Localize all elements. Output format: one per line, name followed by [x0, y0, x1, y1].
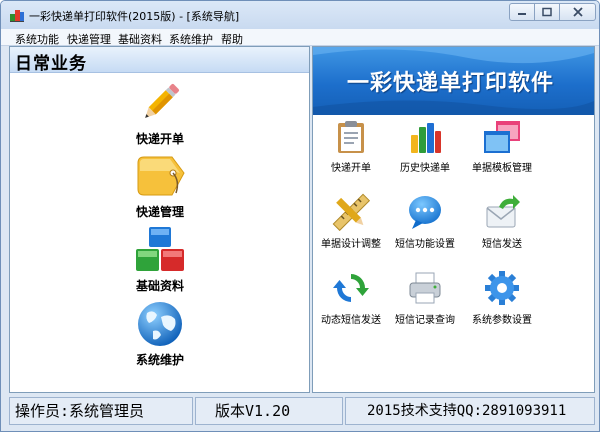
func-label-template-management: 单据模板管理	[472, 163, 532, 174]
nav-item-base-data[interactable]: 基础资料	[125, 225, 195, 294]
globe-icon	[138, 302, 182, 346]
close-button[interactable]	[559, 3, 596, 21]
nav-label-system-maintenance: 系统维护	[135, 353, 184, 367]
menu-express-management[interactable]: 快递管理	[67, 31, 111, 47]
gear-icon	[485, 271, 519, 305]
nav-item-system-maintenance[interactable]: 系统维护	[125, 299, 195, 368]
nav-label-express-management: 快递管理	[135, 205, 184, 219]
close-icon	[572, 7, 583, 17]
nav-label-express-order: 快递开单	[135, 132, 184, 146]
menu-base-data[interactable]: 基础资料	[118, 31, 162, 47]
panel-header: 日常业务	[10, 47, 309, 74]
windows-icon	[484, 121, 520, 153]
app-window: 一彩快递单打印软件(2015版) - [系统导航] 系统功能 快递管理 基础资料…	[0, 0, 600, 432]
nav-label-base-data: 基础资料	[135, 279, 184, 293]
func-template-management[interactable]: 单据模板管理	[457, 119, 547, 174]
minimize-icon	[518, 13, 526, 15]
minimize-button[interactable]	[509, 3, 535, 21]
nav-item-express-order[interactable]: 快递开单	[125, 78, 195, 147]
app-logo-icon	[10, 10, 24, 22]
tag-icon	[137, 156, 185, 196]
func-label-system-parameters: 系统参数设置	[472, 315, 532, 326]
menu-help[interactable]: 帮助	[221, 31, 243, 47]
bar-chart-icon	[411, 123, 441, 153]
maximize-icon	[542, 7, 552, 17]
clipboard-icon	[338, 121, 364, 153]
func-sms-send[interactable]: 短信发送	[457, 193, 547, 250]
panel-title: 日常业务	[15, 54, 87, 74]
menu-system-maintenance[interactable]: 系统维护	[169, 31, 213, 47]
title-bar[interactable]: 一彩快递单打印软件(2015版) - [系统导航]	[1, 1, 599, 29]
window-title: 一彩快递单打印软件(2015版) - [系统导航]	[29, 10, 240, 23]
status-bar: 操作员:系统管理员 版本V1.20 2015技术支持QQ:2891093911	[1, 395, 599, 431]
daily-business-panel: 日常业务 快递开单 快递管理 基础资料 系统维护	[9, 46, 310, 393]
status-support: 2015技术支持QQ:2891093911	[367, 403, 567, 419]
func-system-parameters[interactable]: 系统参数设置	[457, 269, 547, 326]
menu-bar: 系统功能 快递管理 基础资料 系统维护 帮助	[1, 29, 599, 46]
function-panel: 一彩快递单打印软件 快递开单 历史快递单 单据模板管理 单据设计调整 短信功能设…	[312, 46, 595, 393]
func-label-sms-send: 短信发送	[482, 239, 522, 250]
menu-system-functions[interactable]: 系统功能	[15, 31, 59, 47]
banner: 一彩快递单打印软件	[313, 47, 594, 115]
nav-item-express-management[interactable]: 快递管理	[125, 151, 195, 220]
status-version: 版本V1.20	[215, 402, 291, 420]
blocks-icon	[136, 227, 184, 271]
status-operator: 操作员:系统管理员	[15, 402, 145, 420]
ruler-pencil-icon	[332, 193, 370, 231]
banner-title: 一彩快递单打印软件	[347, 71, 555, 96]
refresh-icon	[333, 274, 369, 302]
printer-icon	[409, 272, 441, 304]
pencil-icon	[145, 84, 179, 118]
envelope-arrow-icon	[486, 195, 520, 228]
maximize-button[interactable]	[534, 3, 560, 21]
chat-bubble-icon	[409, 196, 441, 229]
